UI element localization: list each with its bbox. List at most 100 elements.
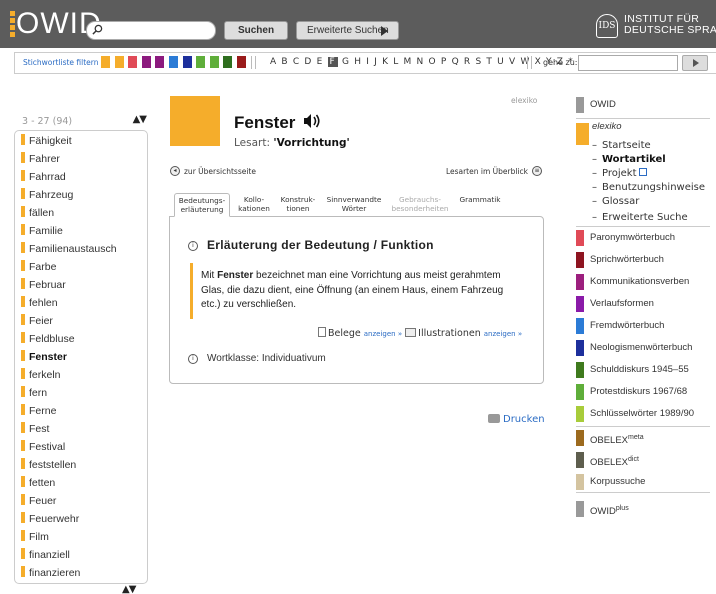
- color-filter-swatch[interactable]: [101, 56, 110, 68]
- scroll-arrows-icon[interactable]: ▲▼: [122, 584, 136, 594]
- wordlist-item[interactable]: fern: [21, 384, 47, 402]
- wordlist-item[interactable]: Fest: [21, 420, 49, 438]
- menu-dict-4-color: [576, 318, 584, 334]
- color-filter-swatch[interactable]: [209, 56, 219, 68]
- elexiko-marker: [21, 512, 25, 523]
- menu-dict-8-text: Schlüsselwörter 1989/90: [590, 408, 695, 419]
- menu-obelex-dict-color: [576, 452, 584, 468]
- wordlist-item-label: Fahrer: [29, 153, 60, 165]
- definition-panel: i Erläuterung der Bedeutung / Funktion M…: [169, 216, 544, 384]
- sort-arrows-icon[interactable]: ▲▼: [133, 114, 147, 125]
- wordlist-item-label: Ferne: [29, 405, 57, 417]
- color-filter-swatch[interactable]: [196, 56, 206, 68]
- elexiko-nav-label: Glossar: [602, 196, 639, 207]
- tab-konstruk[interactable]: Konstruk-tionen: [278, 193, 318, 217]
- wordlist-item[interactable]: fällen: [21, 204, 54, 222]
- wordlist-item[interactable]: Ferne: [21, 402, 56, 420]
- color-filter-swatch[interactable]: [114, 56, 124, 68]
- elexiko-marker: [21, 386, 25, 397]
- wordlist-item[interactable]: Familie: [21, 222, 63, 240]
- wordlist-item[interactable]: finanziell: [21, 546, 70, 564]
- alphabet-letters-before[interactable]: A B C D E: [270, 57, 323, 67]
- tab-label-line1: Bedeutungs-: [178, 196, 226, 205]
- tab-gebrauchs: Gebrauchs-besonderheiten: [390, 193, 450, 217]
- wordlist-item[interactable]: Familienaustausch: [21, 240, 117, 258]
- menu-korpussuche-color: [576, 474, 584, 490]
- nav-dash: –: [592, 168, 597, 179]
- search-button[interactable]: Suchen: [224, 21, 288, 40]
- elexiko-color-square: [170, 96, 220, 146]
- menu-dict-5-label: Neologismenwörterbuch: [590, 340, 692, 356]
- tab-sinnverwandte[interactable]: Sinnverwandte Wörter: [324, 193, 384, 217]
- wordlist-item[interactable]: fetten: [21, 474, 55, 492]
- tab-bedeutungs[interactable]: Bedeutungs-erläuterung: [174, 193, 230, 217]
- wordlist-item-label: Festival: [29, 441, 66, 453]
- menu-owid-text: OWID: [590, 99, 616, 110]
- color-filter-swatch[interactable]: [155, 56, 165, 68]
- color-filter-swatch[interactable]: [169, 56, 178, 68]
- color-filter-swatch[interactable]: [141, 56, 151, 68]
- color-filter-swatch[interactable]: [223, 56, 233, 68]
- image-icon: [405, 328, 417, 337]
- wordlist-item[interactable]: Festival: [21, 438, 65, 456]
- wordlist-item[interactable]: Feuer: [21, 492, 56, 510]
- advanced-search-button[interactable]: Erweiterte Suchen: [296, 21, 399, 40]
- color-filter-swatch[interactable]: [237, 56, 246, 68]
- wordlist-item[interactable]: Fähigkeit: [21, 132, 72, 150]
- wordlist-item[interactable]: Fahrer: [21, 150, 60, 168]
- wordlist-item[interactable]: ferkeln: [21, 366, 61, 384]
- alphabet-letters-after[interactable]: G H I J K L M N O P Q R S T U V W X Y Z …: [342, 57, 574, 67]
- info-icon[interactable]: i: [188, 241, 198, 251]
- goto-button[interactable]: [682, 55, 708, 71]
- wordlist-item[interactable]: finanzieren: [21, 564, 80, 582]
- elexiko-nav-text: Erweiterte Suche: [602, 212, 688, 223]
- wordlist-item[interactable]: Farbe: [21, 258, 56, 276]
- goto-input[interactable]: [578, 55, 678, 71]
- menu-dict-5-color: [576, 340, 584, 356]
- info-icon[interactable]: i: [188, 354, 198, 364]
- menu-dict-2-label: Kommunikationsverben: [590, 274, 689, 290]
- wordlist-item[interactable]: Fahrrad: [21, 168, 66, 186]
- wordlist-item[interactable]: Feier: [21, 312, 53, 330]
- illustrationen-link[interactable]: anzeigen »: [484, 330, 522, 338]
- wordlist-item-label: Feldbluse: [29, 333, 75, 345]
- menu-divider: [576, 492, 710, 493]
- elexiko-nav-text: Benutzungshinweise: [602, 182, 706, 193]
- menu-dict-7-label: Protestdiskurs 1967/68: [590, 384, 687, 400]
- wordlist-item[interactable]: Feldbluse: [21, 330, 75, 348]
- elexiko-marker: [21, 224, 25, 235]
- tab-grammatik[interactable]: Grammatik: [458, 193, 502, 217]
- wordlist-item[interactable]: fehlen: [21, 294, 58, 312]
- list-icon[interactable]: ≡: [532, 166, 542, 176]
- wordlist-item[interactable]: feststellen: [21, 456, 76, 474]
- tab-kollo[interactable]: Kollo-kationen: [236, 193, 272, 217]
- menu-dict-7-color: [576, 384, 584, 400]
- menu-dict-8-color: [576, 406, 584, 422]
- wordlist-item[interactable]: Fahrzeug: [21, 186, 73, 204]
- elexiko-marker: [21, 242, 25, 253]
- back-link[interactable]: zur Übersichtsseite: [184, 167, 256, 176]
- color-filter-swatch[interactable]: [128, 56, 138, 68]
- belege-link[interactable]: anzeigen »: [364, 330, 402, 338]
- elexiko-marker: [21, 134, 25, 145]
- elexiko-nav-label: Projekt: [602, 168, 647, 179]
- overview-link[interactable]: Lesarten im Überblick: [446, 167, 528, 176]
- color-filter-swatch[interactable]: [182, 56, 192, 68]
- elexiko-marker: [21, 314, 25, 325]
- back-arrow-icon[interactable]: ◂: [170, 166, 180, 176]
- search-input[interactable]: [86, 21, 216, 40]
- wordlist-item-label: Fahrzeug: [29, 189, 74, 201]
- elexiko-nav-text: Glossar: [602, 196, 640, 207]
- print-link[interactable]: Drucken: [488, 414, 545, 425]
- wordlist-item-label: Feuer: [29, 495, 57, 507]
- elexiko-marker: [21, 170, 25, 181]
- speaker-icon[interactable]: [303, 113, 321, 129]
- menu-dict-2-color: [576, 274, 584, 290]
- wordlist-item[interactable]: Fenster: [21, 348, 67, 366]
- wordlist-item[interactable]: Film: [21, 528, 49, 546]
- source-tag: elexiko: [511, 96, 538, 105]
- wordlist-item[interactable]: Februar: [21, 276, 66, 294]
- tab-label-line1: Kollo-: [243, 195, 265, 204]
- alphabet-letter-active[interactable]: F: [327, 57, 338, 67]
- wordlist-item[interactable]: Feuerwehr: [21, 510, 79, 528]
